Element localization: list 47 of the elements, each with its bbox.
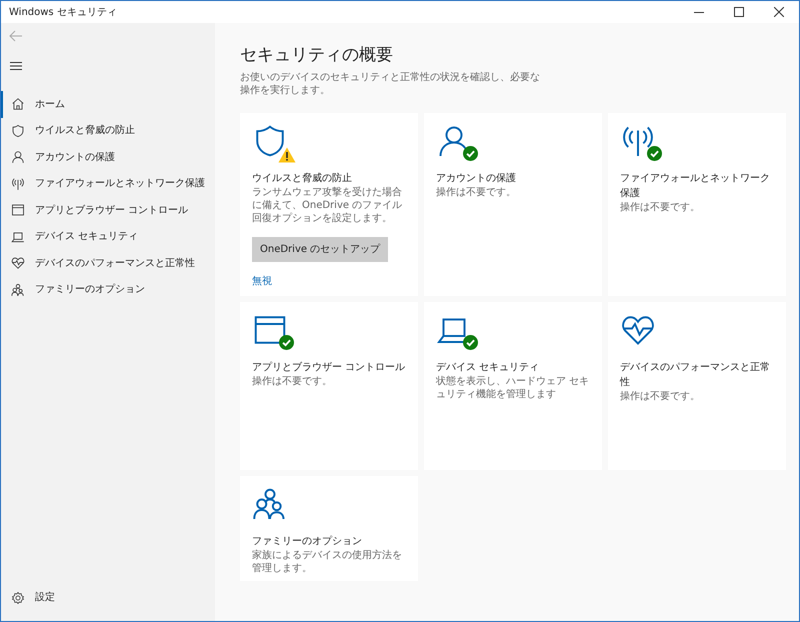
sidebar-item[interactable]: デバイス セキュリティ (1, 224, 215, 250)
tile-title: ウイルスと脅威の防止 (252, 172, 353, 186)
status-tile[interactable]: ウイルスと脅威の防止 ランサムウェア攻撃を受けた場合に備えて、OneDrive のファイル回復オプションを設定します。 OneDrive のセットアップ 無視 (240, 113, 418, 296)
sidebar-item[interactable]: デバイスのパフォーマンスと正常性 (1, 250, 215, 276)
tile-title: ファミリーのオプション (252, 534, 363, 549)
close-icon (774, 7, 784, 17)
laptop-icon (11, 230, 25, 244)
settings-item[interactable]: 設定 (1, 584, 215, 611)
status-tile[interactable]: ファイアウォールとネットワーク保護 操作は不要です。 (608, 113, 786, 296)
status-tile[interactable]: アカウントの保護 操作は不要です。 (424, 113, 602, 296)
shield-icon (11, 124, 25, 138)
sidebar-item[interactable]: アプリとブラウザー コントロール (1, 197, 215, 224)
back-arrow-icon (9, 29, 23, 43)
tile-description: 状態を表示し、ハードウェア セキュリティ機能を管理します (436, 374, 590, 401)
tile-title: アプリとブラウザー コントロール (252, 360, 406, 375)
menu-icon (9, 59, 23, 73)
tile-description: ランサムウェア攻撃を受けた場合に備えて、OneDrive のファイル回復オプションを設定します。 (252, 186, 404, 226)
tile-title: アカウントの保護 (436, 172, 517, 186)
family-icon (11, 282, 25, 297)
tile-title: デバイスのパフォーマンスと正常性 (620, 360, 771, 390)
status-tile[interactable]: デバイスのパフォーマンスと正常性 操作は不要です。 (608, 302, 786, 470)
window-title: Windows セキュリティ (8, 6, 118, 20)
heart-pulse-icon (11, 256, 25, 270)
tile-title: デバイス セキュリティ (436, 360, 540, 375)
browser-window-icon (11, 203, 25, 218)
tile-description: 操作は不要です。 (252, 374, 333, 388)
page-description: お使いのデバイスのセキュリティと正常性の状況を確認し、必要な操作を実行します。 (240, 71, 540, 98)
tile-description: 操作は不要です。 (620, 390, 701, 403)
antenna-icon (11, 176, 25, 191)
maximize-icon (734, 7, 744, 17)
tile-title: ファイアウォールとネットワーク保護 (620, 172, 771, 202)
page-title: セキュリティの概要 (240, 45, 394, 66)
setup-button[interactable]: OneDrive のセットアップ (252, 237, 388, 262)
sidebar-item[interactable]: ファイアウォールとネットワーク保護 (1, 170, 215, 197)
dismiss-link[interactable]: 無視 (252, 274, 272, 290)
person-icon (11, 150, 25, 164)
status-tile[interactable]: アプリとブラウザー コントロール 操作は不要です。 (240, 302, 418, 470)
status-tile[interactable]: デバイス セキュリティ 状態を表示し、ハードウェア セキュリティ機能を管理します (424, 302, 602, 470)
tile-description: 操作は不要です。 (436, 186, 517, 200)
tile-description: 操作は不要です。 (620, 201, 701, 214)
sidebar-item[interactable]: ファミリーのオプション (1, 276, 215, 303)
status-tile[interactable]: ファミリーのオプション 家族によるデバイスの使用方法を管理します。 (240, 476, 418, 581)
gear-icon (11, 590, 25, 605)
sidebar-item[interactable]: アカウントの保護 (1, 144, 215, 170)
tile-description: 家族によるデバイスの使用方法を管理します。 (252, 548, 403, 575)
sidebar-item[interactable]: ウイルスと脅威の防止 (1, 118, 215, 144)
home-icon (11, 97, 25, 112)
